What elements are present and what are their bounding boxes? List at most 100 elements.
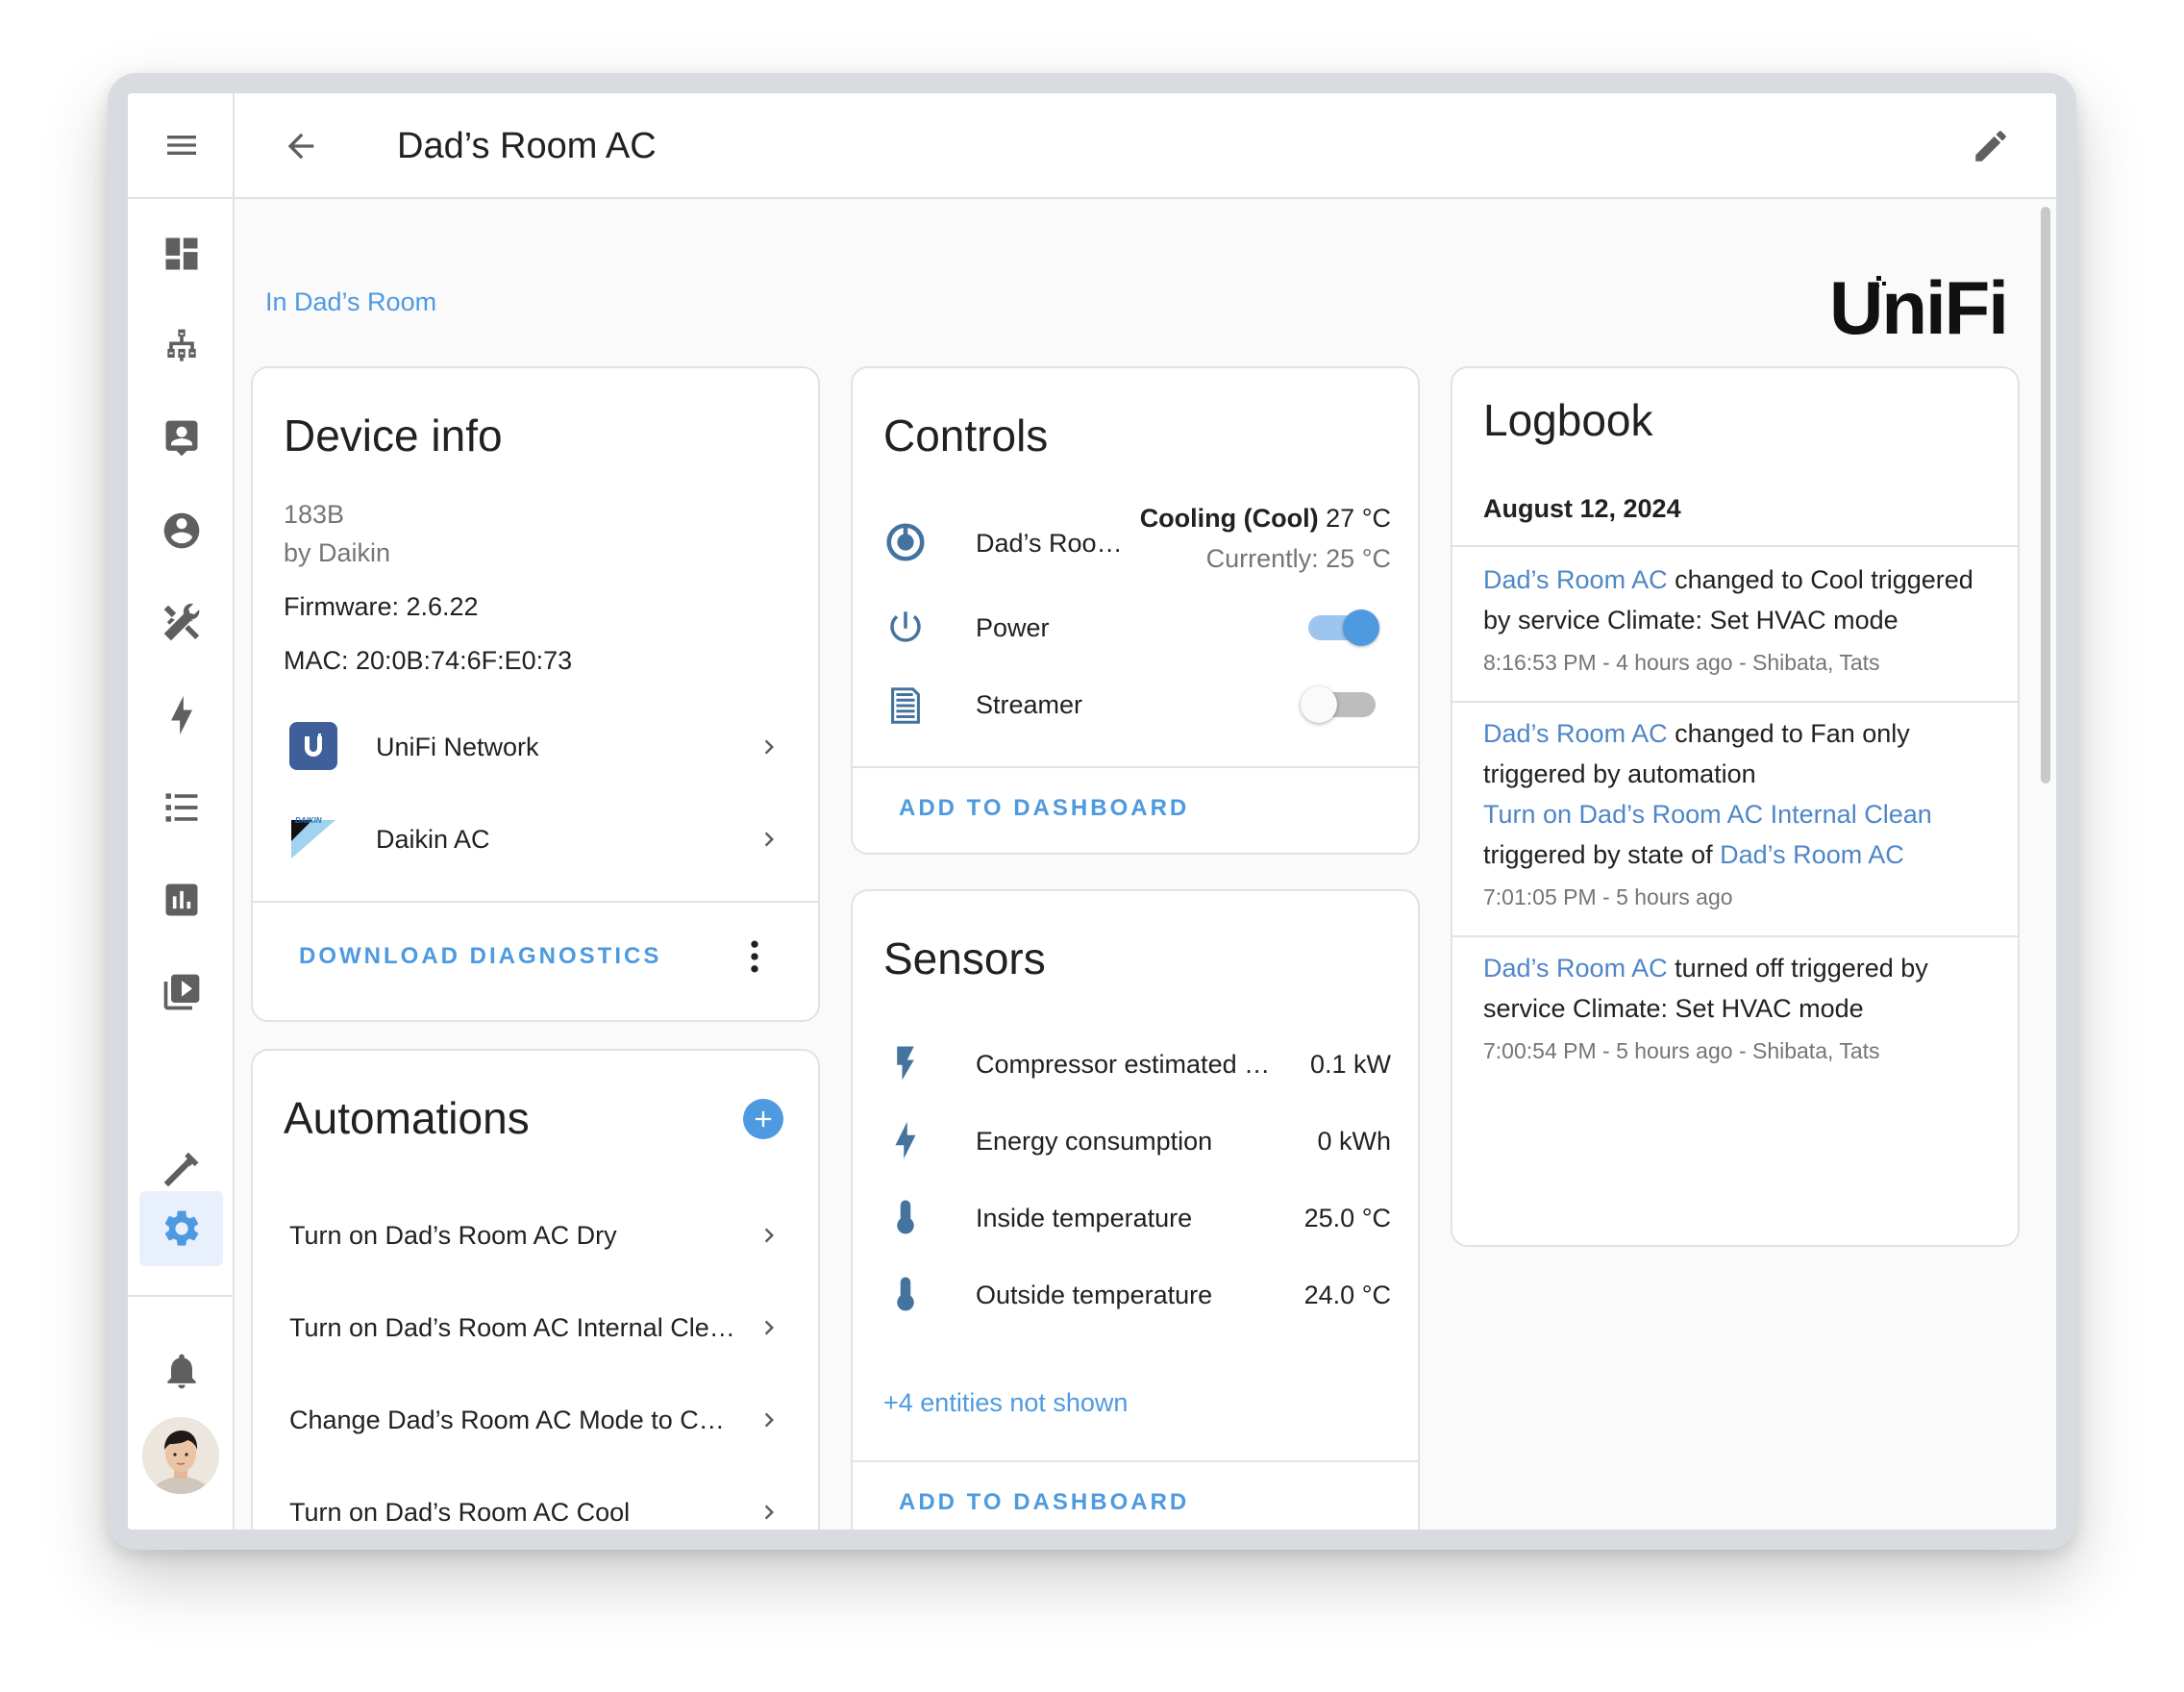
sidebar-item-network[interactable] [139, 310, 223, 385]
lightning-icon [170, 695, 192, 735]
logbook-text: turned off triggered by [1667, 954, 1928, 983]
switch-row[interactable]: Streamer [853, 666, 1418, 743]
thermostat-dial-icon [886, 523, 925, 561]
card-title: Logbook [1483, 395, 1653, 445]
avatar[interactable] [142, 1417, 219, 1494]
app-screen: Dad’s Room AC In Dad’s Room UniFi Device… [128, 93, 2056, 1530]
sensor-row[interactable]: Compressor estimated … 0.1 kW [853, 1026, 1418, 1103]
logbook-meta: 7:01:05 PM - 5 hours ago [1483, 884, 1733, 909]
list-item[interactable]: Change Dad’s Room AC Mode to C… [253, 1374, 818, 1466]
list-item[interactable]: Turn on Dad’s Room AC Cool [253, 1466, 818, 1530]
sidebar-item-list[interactable] [139, 770, 223, 845]
switch-row[interactable]: Power [853, 589, 1418, 666]
sidebar-item-overview[interactable] [139, 216, 223, 291]
chevron-right-icon [764, 1505, 774, 1520]
logbook-meta: 7:00:54 PM - 5 hours ago - Shibata, Tats [1483, 1038, 1880, 1063]
bell-icon [166, 1354, 196, 1389]
menu-button[interactable] [128, 93, 235, 199]
entity-link[interactable]: Dad’s Room AC [1720, 840, 1904, 869]
list-icon [165, 793, 197, 822]
arrow-left-icon [287, 133, 314, 160]
hammer-icon [163, 1152, 198, 1187]
gear-icon [164, 1210, 198, 1246]
automation-link[interactable]: Turn on Dad’s Room AC Internal Clean [1483, 797, 1932, 832]
more-vert-icon[interactable] [733, 935, 776, 978]
device-mac: MAC: 20:0B:74:6F:E0:73 [284, 646, 573, 675]
toggle-knob [1343, 610, 1379, 646]
device-firmware: Firmware: 2.6.22 [284, 592, 479, 621]
sensor-value: 0.1 kW [1309, 1050, 1391, 1079]
climate-row[interactable]: Dad’s Roo… Cooling (Cool) 27 °C Currentl… [853, 501, 1418, 587]
sensor-name: Compressor estimated … [976, 1050, 1271, 1079]
account-box-icon [165, 420, 197, 457]
integration-row[interactable]: UniFi Network [253, 701, 818, 793]
logbook-entry: Dad’s Room AC turned off triggered by se… [1452, 937, 2018, 1110]
account-circle-icon [163, 512, 199, 549]
air-purifier-icon [891, 687, 920, 724]
chart-icon [165, 883, 197, 916]
sidebar [128, 93, 235, 1530]
back-button[interactable] [277, 122, 325, 170]
device-manufacturer: by Daikin [284, 538, 391, 567]
entity-link[interactable]: Dad’s Room AC [1483, 719, 1668, 748]
chevron-right-icon [764, 739, 774, 755]
logbook-text: triggered by state of [1483, 840, 1721, 869]
notifications-button[interactable] [139, 1333, 223, 1408]
network-icon [166, 329, 196, 361]
sidebar-item-media[interactable] [139, 955, 223, 1030]
sensor-row[interactable]: Outside temperature 24.0 °C [853, 1257, 1418, 1333]
lightning-icon [895, 1121, 916, 1159]
logbook-date: August 12, 2024 [1483, 494, 1681, 523]
download-diagnostics-button[interactable]: DOWNLOAD DIAGNOSTICS [299, 943, 661, 970]
sidebar-item-settings[interactable] [139, 1191, 223, 1266]
sensor-row[interactable]: Inside temperature 25.0 °C [853, 1180, 1418, 1257]
sidebar-item-energy[interactable] [139, 678, 223, 753]
list-item[interactable]: Turn on Dad’s Room AC Internal Cle… [253, 1281, 818, 1374]
integration-row[interactable]: DAIKIN Daikin AC [253, 793, 818, 885]
pencil-icon [1975, 131, 2006, 162]
add-to-dashboard-button[interactable]: ADD TO DASHBOARD [899, 1489, 1189, 1516]
sidebar-item-people[interactable] [139, 493, 223, 568]
edit-button[interactable] [1967, 122, 2015, 170]
sensor-row[interactable]: Energy consumption 0 kWh [853, 1103, 1418, 1180]
card-title: Automations [284, 1093, 530, 1143]
card-title: Device info [284, 411, 503, 460]
more-entities-link[interactable]: +4 entities not shown [883, 1385, 1128, 1420]
logbook-text: changed to Cool triggered [1667, 565, 1973, 594]
sensor-value: 25.0 °C [1303, 1204, 1391, 1232]
scrollbar[interactable] [2041, 207, 2050, 784]
sensor-value: 24.0 °C [1303, 1281, 1391, 1309]
chevron-right-icon [764, 1320, 774, 1335]
logbook-meta: 8:16:53 PM - 4 hours ago - Shibata, Tats [1483, 650, 1880, 675]
logbook-card: Logbook August 12, 2024 Dad’s Room AC ch… [1451, 366, 2020, 1247]
divider [253, 901, 818, 903]
logbook-entry: Dad’s Room AC changed to Fan only trigge… [1452, 703, 2018, 935]
entity-link[interactable]: Dad’s Room AC [1483, 954, 1668, 983]
sidebar-item-contacts[interactable] [139, 401, 223, 476]
climate-name: Dad’s Roo… [976, 529, 1123, 558]
sensor-name: Outside temperature [976, 1281, 1213, 1309]
daikin-icon: DAIKIN [289, 814, 337, 862]
entity-link[interactable]: Dad’s Room AC [1483, 565, 1668, 594]
climate-mode: Cooling (Cool) [1139, 504, 1319, 533]
integration-label: Daikin AC [376, 825, 490, 854]
logbook-line: Dad’s Room AC changed to Fan only [1483, 716, 1910, 751]
add-to-dashboard-button[interactable]: ADD TO DASHBOARD [899, 795, 1189, 822]
add-automation-button[interactable] [743, 1099, 783, 1139]
area-link[interactable]: In Dad’s Room [265, 287, 436, 317]
sidebar-item-history[interactable] [139, 862, 223, 937]
sensor-value: 0 kWh [1317, 1127, 1391, 1156]
chevron-right-icon [764, 832, 774, 847]
list-item[interactable]: Turn on Dad’s Room AC Dry [253, 1189, 818, 1281]
svg-text:UniFi: UniFi [1829, 266, 2007, 343]
divider [853, 1460, 1418, 1462]
logbook-line: Dad’s Room AC turned off triggered by [1483, 951, 1928, 985]
sidebar-item-tools[interactable] [139, 585, 223, 660]
power-icon [890, 611, 921, 642]
logbook-line: triggered by state of Dad’s Room AC [1483, 837, 1904, 872]
toggle-knob [1301, 686, 1337, 723]
thermometer-icon [897, 1277, 914, 1311]
page-title: Dad’s Room AC [397, 126, 657, 166]
automation-label: Change Dad’s Room AC Mode to C… [289, 1406, 725, 1434]
switch-label: Streamer [976, 690, 1083, 719]
